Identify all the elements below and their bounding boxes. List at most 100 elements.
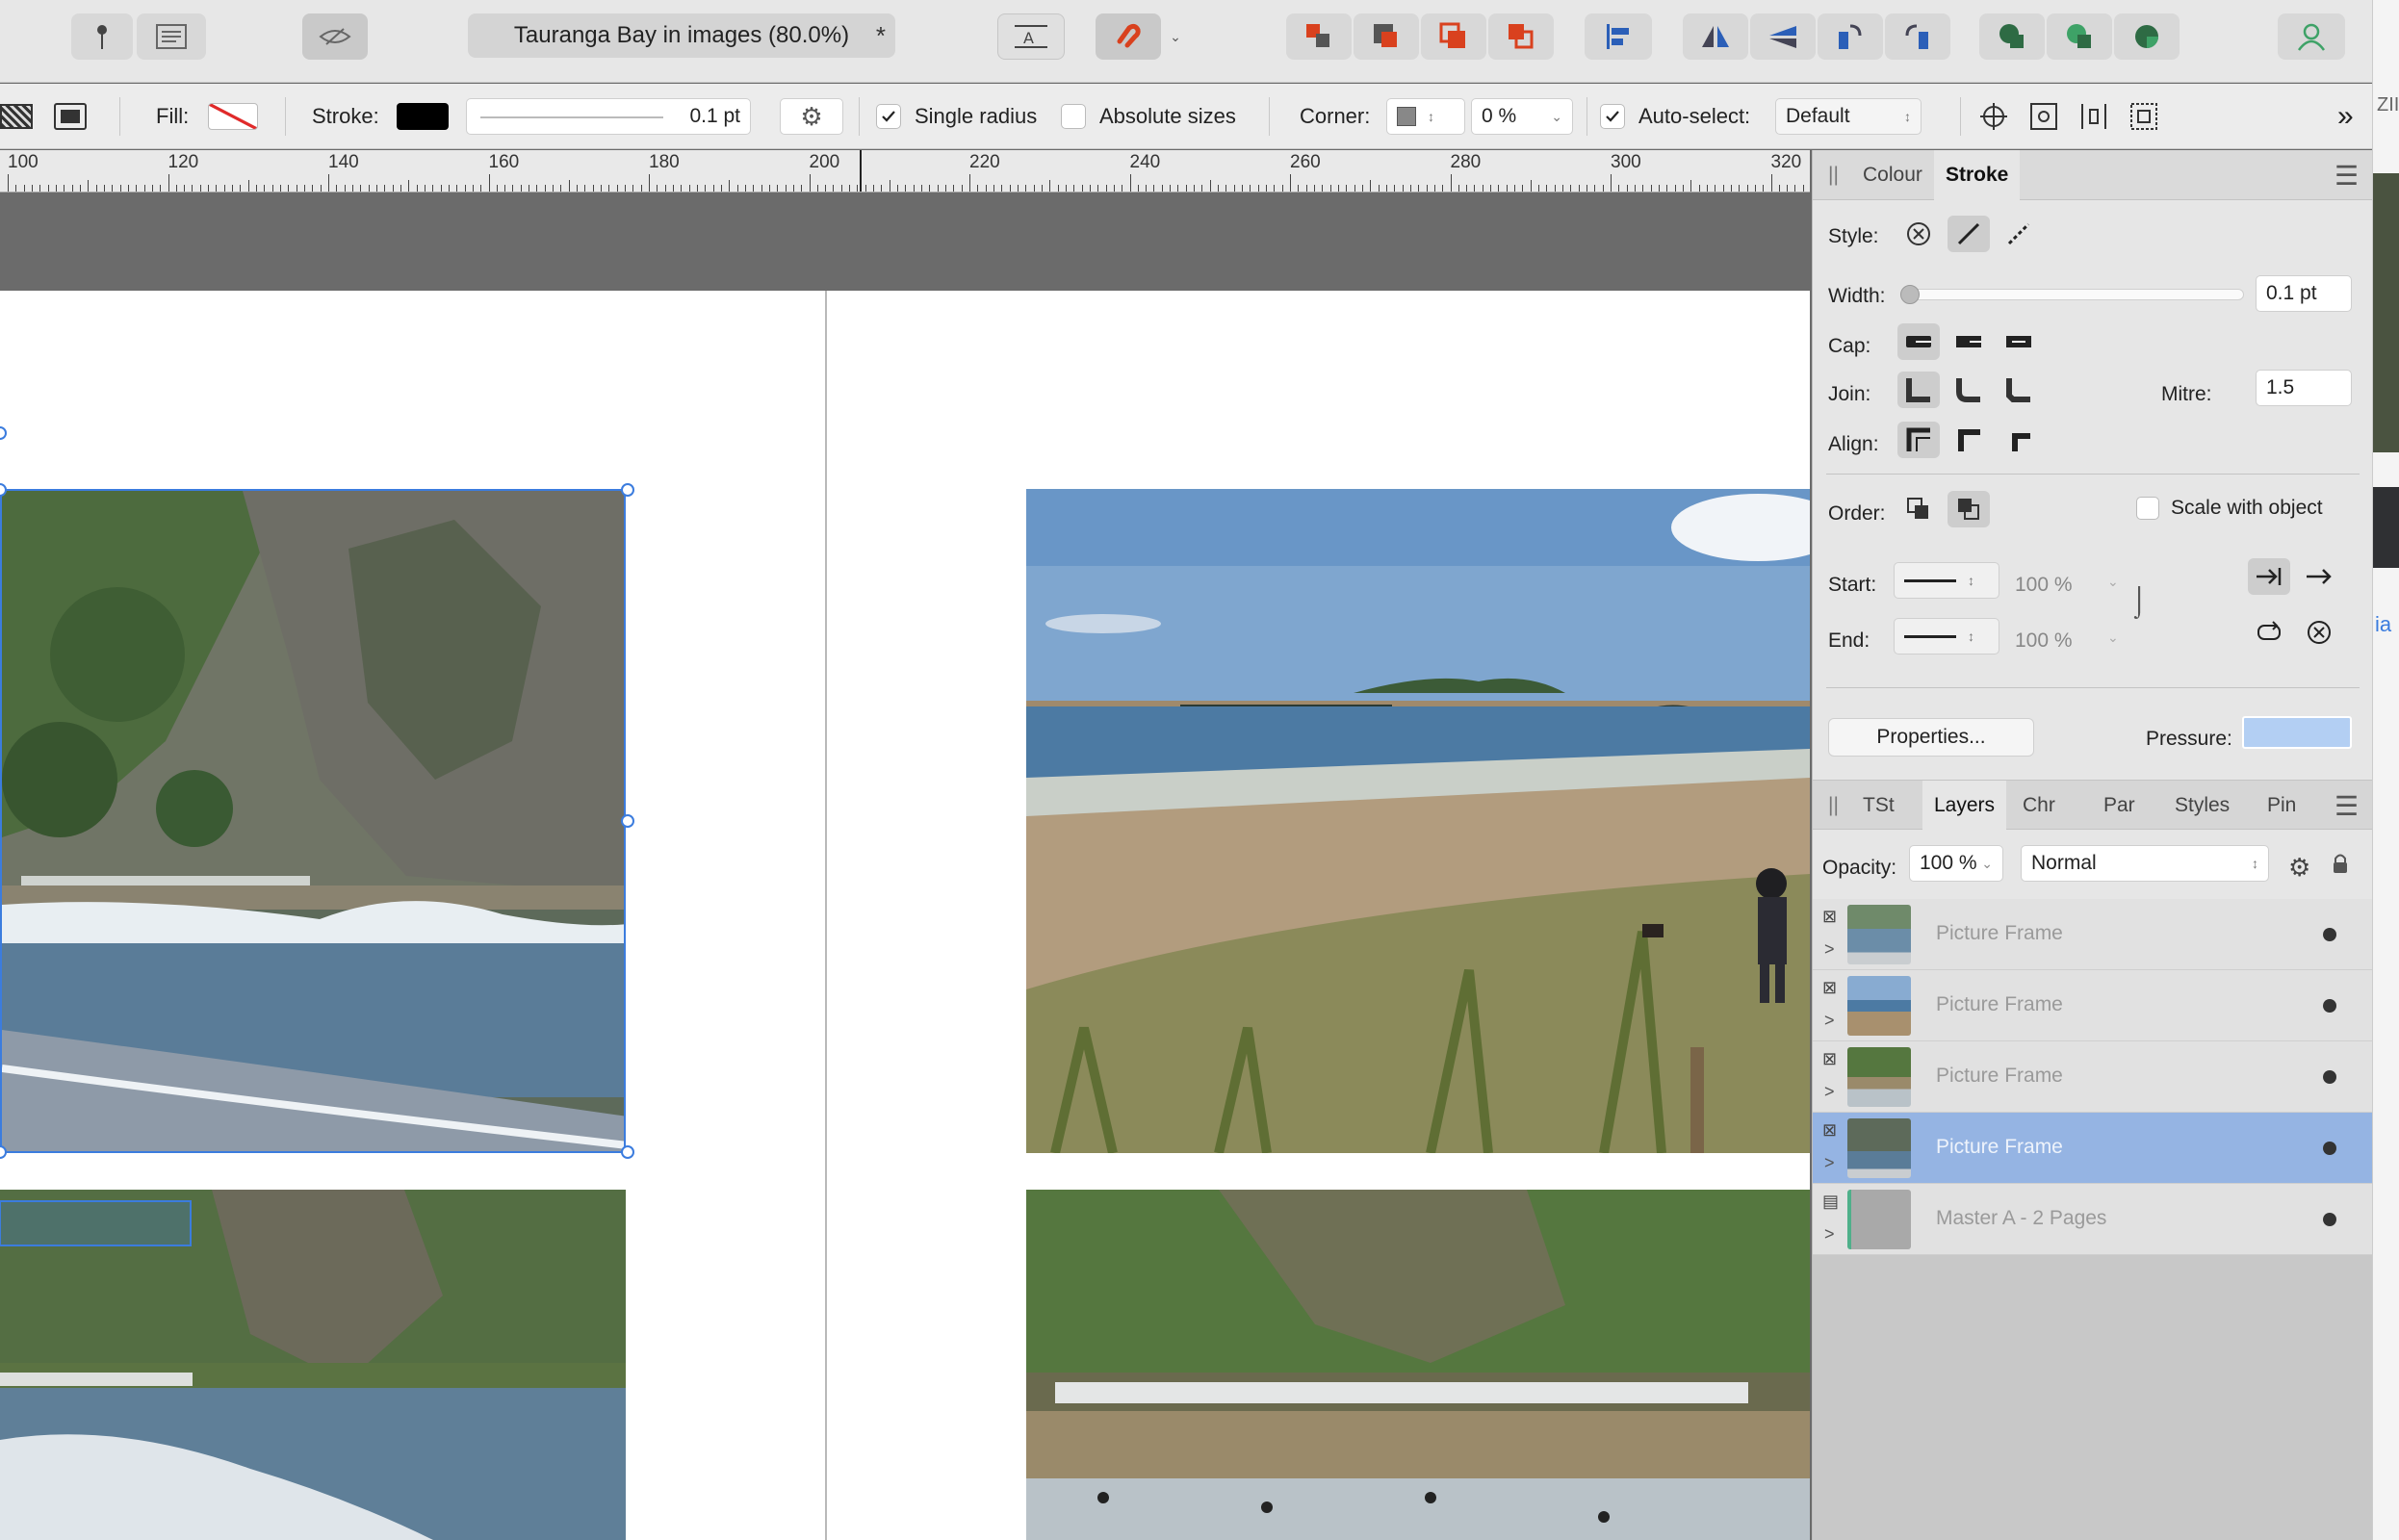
- stroke-in-front-button[interactable]: [1948, 491, 1990, 527]
- expand-chevron-icon[interactable]: >: [1824, 1153, 1835, 1173]
- crop-to-frame-button[interactable]: [0, 84, 39, 149]
- stroke-width-slider[interactable]: [1900, 285, 2244, 304]
- selection-handle[interactable]: [621, 1145, 634, 1159]
- gear-icon[interactable]: ⚙: [2288, 853, 2310, 883]
- visibility-dot-icon[interactable]: [2323, 928, 2336, 941]
- stroke-width-control[interactable]: 0.1 pt: [466, 84, 751, 149]
- round-join-button[interactable]: [1948, 372, 1990, 408]
- miter-join-button[interactable]: [1897, 372, 1940, 408]
- visibility-dot-icon[interactable]: [2323, 1070, 2336, 1084]
- start-arrowhead-select[interactable]: ↕: [1894, 562, 1999, 599]
- move-backward-button[interactable]: [1354, 13, 1419, 60]
- layer-row[interactable]: ▤ > Master A - 2 Pages: [1813, 1184, 2373, 1255]
- snapping-options-dropdown[interactable]: ⌄: [1165, 13, 1186, 60]
- scale-with-object-checkbox[interactable]: Scale with object: [2136, 497, 2323, 520]
- opacity-field[interactable]: 100 % ⌄: [1909, 845, 2003, 882]
- link-icon[interactable]: ⌡: [2130, 585, 2148, 618]
- user-account-button[interactable]: [2278, 13, 2345, 60]
- panel-menu-icon[interactable]: ☰: [2323, 150, 2370, 200]
- arrow-position-outside-button[interactable]: [2298, 558, 2340, 595]
- tab-stroke[interactable]: Stroke: [1934, 150, 2021, 200]
- panel-menu-icon[interactable]: ☰: [2323, 781, 2370, 831]
- visibility-dot-icon[interactable]: [2323, 999, 2336, 1013]
- tab-paragraph[interactable]: Par: [2092, 781, 2147, 831]
- selection-handle[interactable]: [621, 814, 634, 828]
- visibility-dot-icon[interactable]: [2323, 1142, 2336, 1155]
- crosshair-button[interactable]: [1972, 84, 2016, 149]
- fill-swatch[interactable]: [208, 84, 258, 149]
- end-scale-value[interactable]: 100 %: [2015, 629, 2073, 653]
- width-field[interactable]: 0.1 pt: [2256, 275, 2352, 312]
- fit-frame-button[interactable]: [54, 84, 100, 149]
- corner-type-select[interactable]: ↕: [1386, 84, 1465, 149]
- stroke-width-slider[interactable]: [480, 116, 663, 118]
- solid-stroke-style-button[interactable]: [1948, 216, 1990, 252]
- tab-pinning[interactable]: Pin: [2256, 781, 2308, 831]
- chevron-down-icon[interactable]: ⌄: [2107, 574, 2119, 590]
- layer-row[interactable]: ⊠ > Picture Frame: [1813, 899, 2373, 970]
- auto-select-dropdown[interactable]: Default ↕: [1775, 84, 1922, 149]
- chevron-down-icon[interactable]: ⌄: [2107, 629, 2119, 646]
- end-arrowhead-select[interactable]: ↕: [1894, 618, 1999, 654]
- pressure-curve-swatch[interactable]: [2242, 716, 2352, 749]
- tab-character[interactable]: Chr: [2011, 781, 2067, 831]
- panel-grip-icon[interactable]: ||: [1817, 150, 1850, 200]
- square-cap-button[interactable]: [1998, 323, 2040, 360]
- flip-vertical-button[interactable]: [1750, 13, 1816, 60]
- boolean-add-button[interactable]: [1979, 13, 2045, 60]
- tab-styles[interactable]: Styles: [2163, 781, 2241, 831]
- move-to-back-button[interactable]: [1286, 13, 1352, 60]
- auto-select-checkbox[interactable]: Auto-select:: [1600, 84, 1750, 149]
- move-to-front-button[interactable]: [1488, 13, 1554, 60]
- text-wrap-button[interactable]: A: [997, 13, 1065, 60]
- rotate-left-button[interactable]: [1818, 13, 1883, 60]
- absolute-sizes-checkbox[interactable]: Absolute sizes: [1061, 84, 1236, 149]
- lock-icon[interactable]: [2333, 853, 2348, 874]
- layer-row[interactable]: ⊠ > Picture Frame: [1813, 970, 2373, 1041]
- remove-arrowheads-button[interactable]: [2298, 614, 2340, 651]
- picture-frame-beach-campground[interactable]: [1026, 1190, 1810, 1540]
- picture-frame-cliff-camp[interactable]: [0, 1190, 626, 1540]
- document-title-tab[interactable]: Tauranga Bay in images (80.0%) *: [468, 13, 895, 58]
- stroke-settings-button[interactable]: ⚙: [780, 84, 843, 149]
- arrow-position-inside-button[interactable]: [2248, 558, 2290, 595]
- tab-colour[interactable]: Colour: [1851, 150, 1934, 200]
- visibility-dot-icon[interactable]: [2323, 1213, 2336, 1226]
- properties-button[interactable]: Properties...: [1828, 718, 2034, 757]
- boolean-intersect-button[interactable]: [2114, 13, 2180, 60]
- distribute-button[interactable]: [2072, 84, 2116, 149]
- flip-horizontal-button[interactable]: [1683, 13, 1748, 60]
- pin-tool-button[interactable]: [71, 13, 133, 60]
- text-frame-tool-button[interactable]: [137, 13, 206, 60]
- expand-chevron-icon[interactable]: >: [1824, 939, 1835, 960]
- grid-button[interactable]: [2122, 84, 2166, 149]
- stroke-swatch[interactable]: [397, 84, 449, 149]
- bevel-join-button[interactable]: [1998, 372, 2040, 408]
- align-outside-button[interactable]: [1998, 422, 2040, 458]
- move-forward-button[interactable]: [1421, 13, 1486, 60]
- swap-arrowheads-button[interactable]: [2248, 614, 2290, 651]
- single-radius-checkbox[interactable]: Single radius: [876, 84, 1037, 149]
- stroke-behind-fill-button[interactable]: [1897, 491, 1940, 527]
- align-inside-button[interactable]: [1897, 422, 1940, 458]
- document-canvas[interactable]: [0, 192, 1810, 1540]
- round-cap-button[interactable]: [1948, 323, 1990, 360]
- boolean-subtract-button[interactable]: [2047, 13, 2112, 60]
- picture-frame-beach-islands[interactable]: [1026, 489, 1810, 1153]
- rotate-right-button[interactable]: [1885, 13, 1950, 60]
- selection-handle[interactable]: [621, 483, 634, 497]
- dashed-stroke-style-button[interactable]: [1998, 216, 2040, 252]
- more-options-button[interactable]: »: [2337, 84, 2354, 149]
- align-button[interactable]: [1585, 13, 1652, 60]
- no-stroke-style-button[interactable]: [1897, 216, 1940, 252]
- expand-chevron-icon[interactable]: >: [1824, 1224, 1835, 1245]
- tab-text-styles[interactable]: TSt: [1851, 781, 1906, 831]
- start-scale-value[interactable]: 100 %: [2015, 574, 2073, 597]
- mitre-field[interactable]: 1.5: [2256, 370, 2352, 406]
- expand-chevron-icon[interactable]: >: [1824, 1011, 1835, 1031]
- butt-cap-button[interactable]: [1897, 323, 1940, 360]
- layer-row[interactable]: ⊠ > Picture Frame: [1813, 1041, 2373, 1113]
- corner-percent-field[interactable]: 0 % ⌄: [1471, 84, 1573, 149]
- show-frame-button[interactable]: [2022, 84, 2066, 149]
- preview-mode-button[interactable]: [302, 13, 368, 60]
